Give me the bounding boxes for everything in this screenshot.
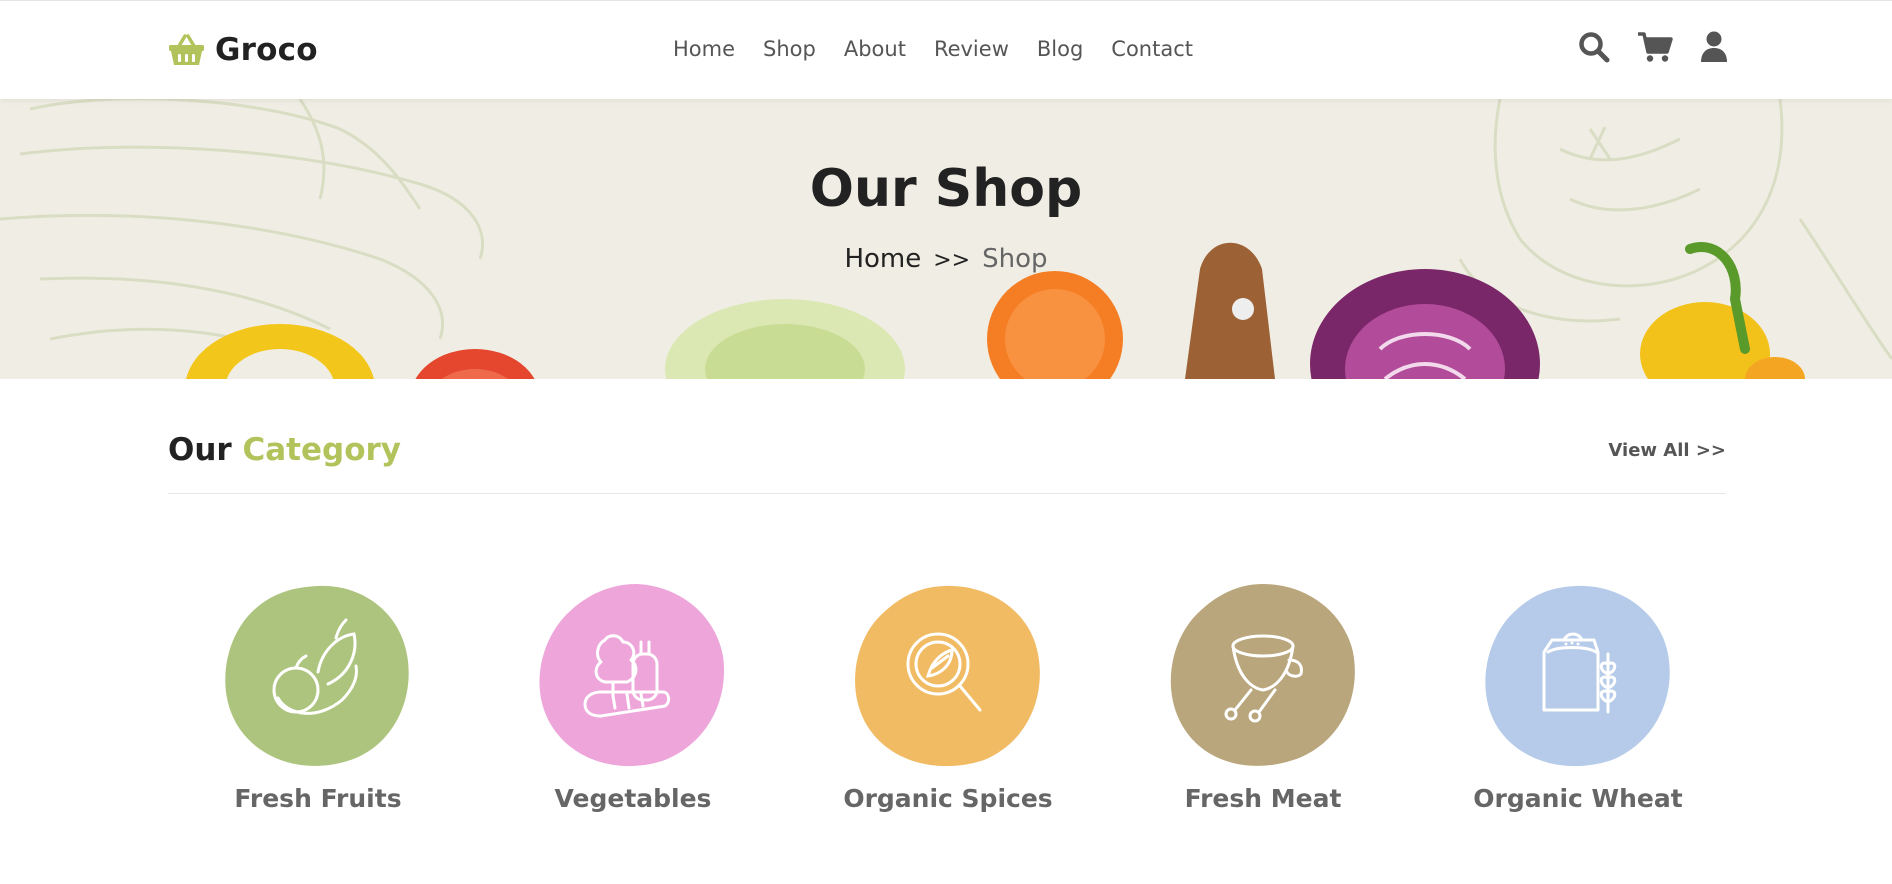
breadcrumb-current: Shop bbox=[982, 244, 1048, 274]
view-all-link[interactable]: View All >> bbox=[1608, 440, 1726, 461]
meat-icon bbox=[1170, 584, 1355, 766]
nav-blog[interactable]: Blog bbox=[1037, 37, 1083, 61]
basket-icon bbox=[169, 34, 204, 65]
search-icon[interactable] bbox=[1578, 31, 1610, 63]
category-label: Fresh Meat bbox=[1184, 784, 1342, 813]
brand-name: Groco bbox=[215, 32, 318, 68]
nav-contact[interactable]: Contact bbox=[1111, 37, 1193, 61]
category-label: Vegetables bbox=[554, 784, 712, 813]
nav-about[interactable]: About bbox=[844, 37, 906, 61]
section-title-part1: Our bbox=[168, 432, 232, 468]
breadcrumb: Home >> Shop bbox=[0, 244, 1892, 274]
header-actions bbox=[1578, 31, 1728, 63]
breadcrumb-separator: >> bbox=[933, 248, 971, 273]
cart-icon[interactable] bbox=[1637, 31, 1673, 63]
breadcrumb-home[interactable]: Home bbox=[844, 244, 921, 274]
brand-logo[interactable]: Groco bbox=[168, 32, 318, 68]
category-label: Organic Spices bbox=[843, 784, 1053, 813]
nav-shop[interactable]: Shop bbox=[763, 37, 816, 61]
fruits-icon bbox=[225, 585, 409, 766]
category-section-header: Our Category View All >> bbox=[168, 432, 1726, 494]
category-card-organic-spices[interactable]: Organic Spices bbox=[798, 580, 1098, 813]
user-icon[interactable] bbox=[1700, 31, 1728, 63]
nav-review[interactable]: Review bbox=[934, 37, 1009, 61]
nav-home[interactable]: Home bbox=[673, 37, 735, 61]
section-title-part2: Category bbox=[242, 432, 402, 468]
category-card-organic-wheat[interactable]: Organic Wheat bbox=[1428, 580, 1728, 813]
vegetables-icon bbox=[539, 584, 725, 767]
wheat-icon bbox=[1485, 585, 1670, 767]
page-title: Our Shop bbox=[809, 159, 1083, 219]
category-label: Fresh Fruits bbox=[234, 784, 402, 813]
banner-background-illustration bbox=[0, 99, 1892, 379]
main-nav: Home Shop About Review Blog Contact bbox=[673, 37, 1221, 61]
category-label: Organic Wheat bbox=[1473, 784, 1683, 813]
spices-icon bbox=[855, 585, 1040, 767]
category-card-vegetables[interactable]: Vegetables bbox=[483, 580, 783, 813]
site-header: Groco Home Shop About Review Blog Contac… bbox=[0, 0, 1892, 99]
section-title: Our Category bbox=[168, 432, 401, 468]
category-card-fresh-meat[interactable]: Fresh Meat bbox=[1113, 580, 1413, 813]
page-banner: Our Shop Home >> Shop bbox=[0, 99, 1892, 379]
category-card-fresh-fruits[interactable]: Fresh Fruits bbox=[168, 580, 468, 813]
